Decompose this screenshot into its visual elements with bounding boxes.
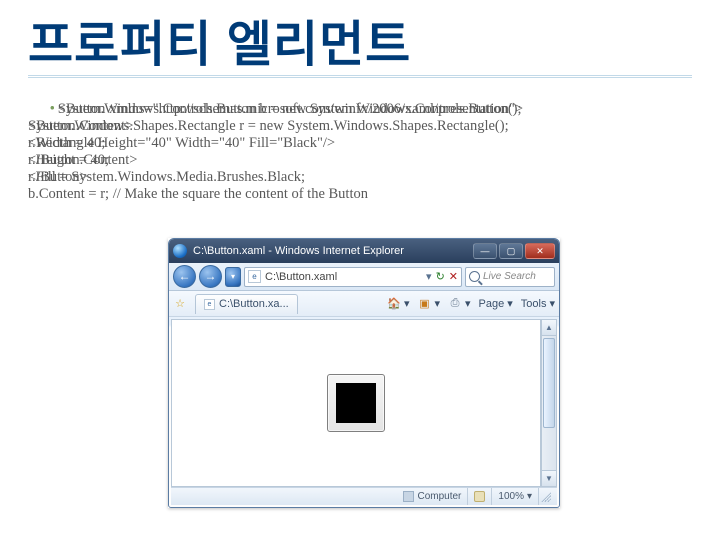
- print-button[interactable]: ⎙▾: [448, 297, 471, 311]
- shield-icon: [474, 491, 485, 502]
- slide-title: 프로퍼티 엘리먼트: [28, 20, 692, 71]
- search-box[interactable]: Live Search: [465, 267, 555, 287]
- address-dropdown-icon[interactable]: ▾: [426, 270, 432, 283]
- computer-icon: [403, 491, 414, 502]
- window-title: C:\Button.xaml - Windows Internet Explor…: [193, 245, 471, 257]
- close-button[interactable]: ✕: [525, 243, 555, 259]
- status-protected: [467, 488, 491, 505]
- page-menu[interactable]: Page ▾: [479, 297, 513, 310]
- scroll-thumb[interactable]: [543, 338, 555, 428]
- scroll-up-button[interactable]: ▲: [542, 320, 556, 336]
- ie-icon: [173, 244, 187, 258]
- zoom-control[interactable]: 100% ▾: [491, 488, 538, 505]
- home-button[interactable]: 🏠▾: [387, 297, 410, 311]
- tab-label: C:\Button.xa...: [219, 298, 289, 310]
- code-csharp: System.Windows.Controls.Button b = new S…: [28, 101, 522, 202]
- tab-page-icon: e: [204, 299, 215, 310]
- search-icon: [469, 271, 480, 282]
- tools-menu[interactable]: Tools ▾: [521, 297, 555, 310]
- screenshot-frame: C:\Button.xaml - Windows Internet Explor…: [168, 238, 560, 508]
- maximize-button[interactable]: ▢: [499, 243, 523, 259]
- recent-dropdown[interactable]: ▾: [225, 267, 241, 287]
- code-overlay-area: •<Button xmlns="http://schemas.microsoft…: [28, 84, 692, 222]
- wpf-button[interactable]: [327, 374, 385, 432]
- nav-toolbar: ← → ▾ e C:\Button.xaml ▾ ↻ ✕ Live Search: [169, 263, 559, 291]
- window-titlebar[interactable]: C:\Button.xaml - Windows Internet Explor…: [169, 239, 559, 263]
- scroll-down-button[interactable]: ▼: [542, 470, 556, 486]
- title-underline: [28, 75, 692, 78]
- address-bar[interactable]: e C:\Button.xaml ▾ ↻ ✕: [244, 267, 462, 287]
- feeds-button[interactable]: ▣▾: [417, 297, 440, 311]
- page-viewport: [171, 319, 541, 487]
- black-rectangle: [336, 383, 376, 423]
- status-zone: Computer: [397, 488, 467, 505]
- refresh-icon[interactable]: ↻: [436, 270, 445, 283]
- address-text: C:\Button.xaml: [265, 271, 337, 283]
- resize-grip[interactable]: [538, 488, 553, 505]
- stop-icon[interactable]: ✕: [449, 270, 458, 283]
- status-left: [175, 488, 187, 505]
- favorites-icon[interactable]: ☆: [173, 297, 187, 311]
- bullet-icon: •: [50, 101, 58, 118]
- vertical-scrollbar[interactable]: ▲ ▼: [541, 319, 557, 487]
- search-placeholder: Live Search: [483, 271, 536, 282]
- page-icon: e: [248, 270, 261, 283]
- forward-button[interactable]: →: [199, 265, 222, 288]
- browser-tab[interactable]: e C:\Button.xa...: [195, 294, 298, 314]
- ie-window: C:\Button.xaml - Windows Internet Explor…: [168, 238, 560, 508]
- status-bar: Computer 100% ▾: [171, 487, 557, 505]
- back-button[interactable]: ←: [173, 265, 196, 288]
- command-toolbar: ☆ e C:\Button.xa... 🏠▾ ▣▾ ⎙▾ Page ▾ Tool…: [169, 291, 559, 317]
- minimize-button[interactable]: —: [473, 243, 497, 259]
